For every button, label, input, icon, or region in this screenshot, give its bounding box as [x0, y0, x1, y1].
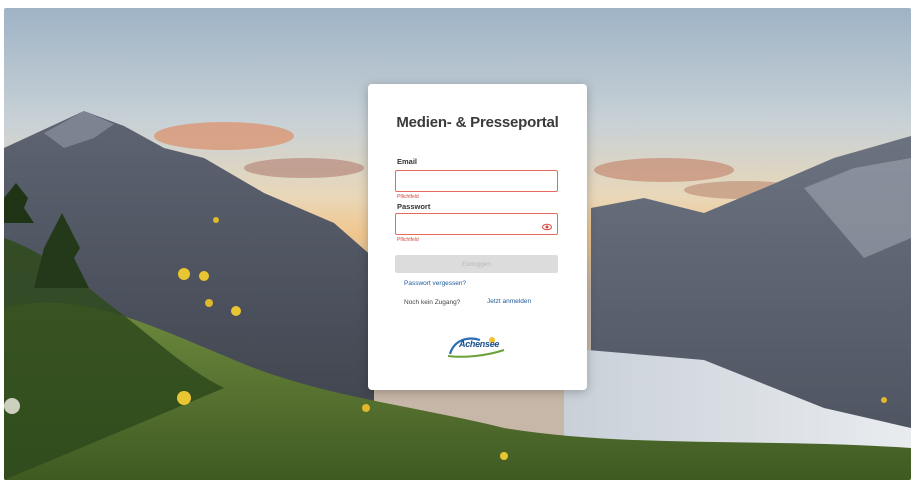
email-label: Email [397, 157, 418, 166]
no-access-text: Noch kein Zugang? [404, 299, 461, 306]
register-link[interactable]: Jetzt anmelden [487, 298, 531, 305]
forgot-password-link[interactable]: Passwort vergessen? [404, 280, 466, 287]
password-field[interactable] [395, 213, 558, 235]
email-error-text: Pflichtfeld [397, 194, 419, 200]
eye-icon[interactable] [542, 219, 552, 231]
password-error-text: Pflichtfeld [397, 237, 419, 243]
login-button[interactable]: Einloggen [395, 255, 558, 273]
achensee-logo: Achensee [446, 334, 508, 360]
login-card: Medien- & Presseportal Email Pflichtfeld… [368, 84, 587, 390]
page-title: Medien- & Presseportal [396, 114, 559, 131]
password-label: Passwort [397, 202, 431, 211]
logo-text: Achensee [459, 339, 500, 349]
email-field[interactable] [395, 170, 558, 192]
